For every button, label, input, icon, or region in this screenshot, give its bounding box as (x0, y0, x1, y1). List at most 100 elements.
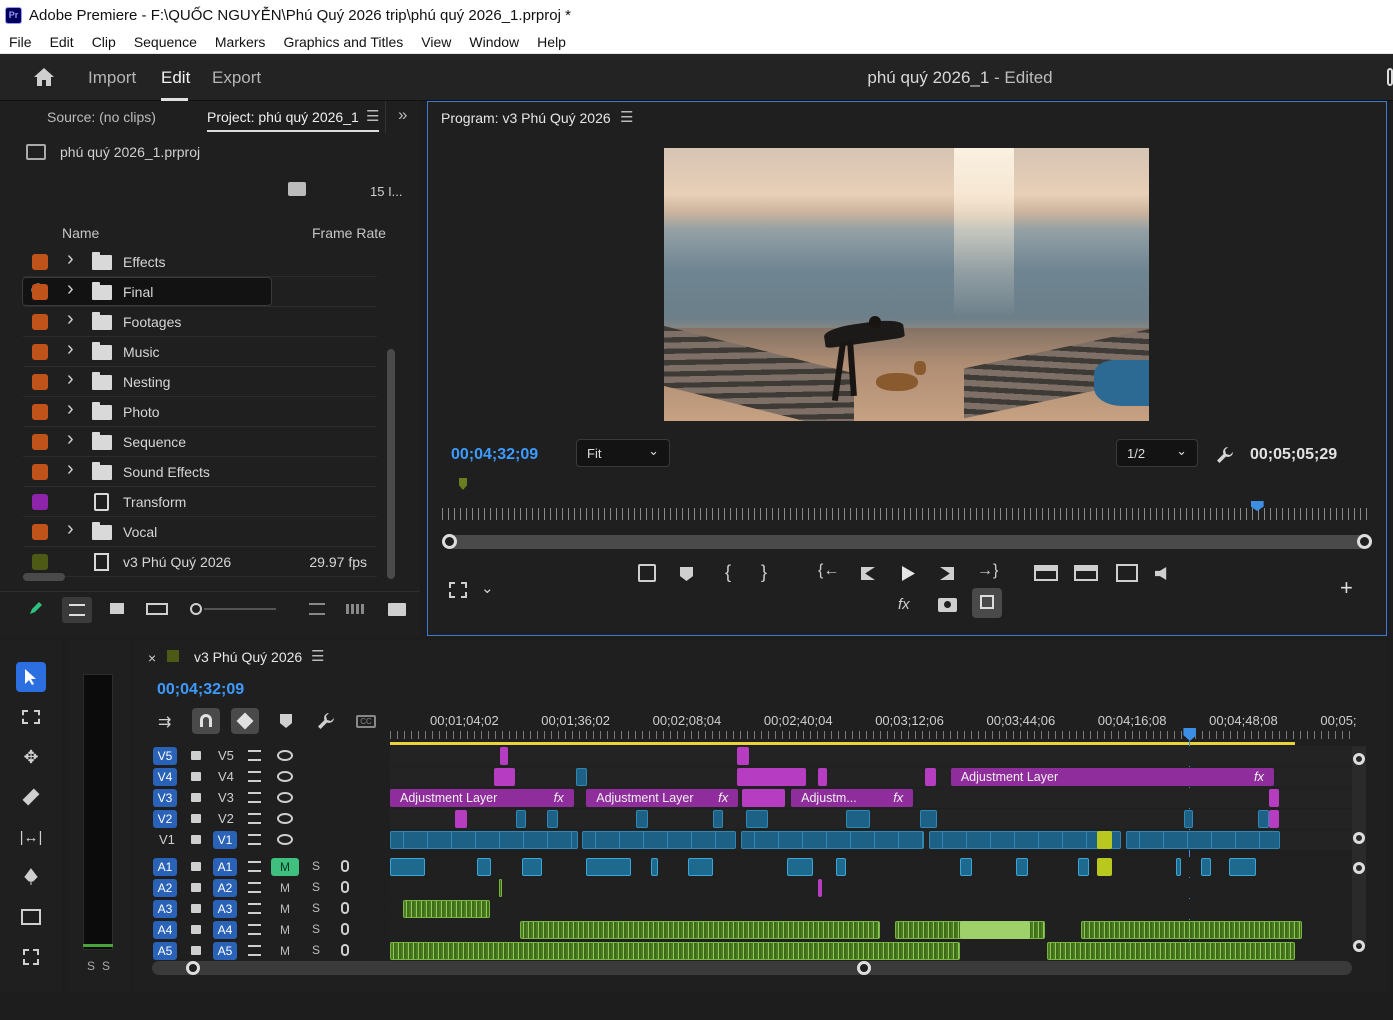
column-header-name[interactable]: Name (62, 225, 99, 241)
button-editor-plus-icon[interactable]: + (1340, 575, 1353, 601)
video-clip[interactable] (499, 747, 509, 765)
expand-chevron-icon[interactable]: › (67, 398, 74, 421)
audio-clip[interactable] (402, 900, 491, 918)
label-color-swatch[interactable] (32, 314, 48, 330)
project-item-row[interactable]: › Sound Effects (23, 457, 377, 487)
audio-clip[interactable] (1016, 858, 1028, 876)
mark-in-icon[interactable]: { (725, 562, 731, 583)
menu-file[interactable]: File (9, 34, 32, 50)
solo-button[interactable]: S (312, 922, 320, 936)
voice-over-mic-icon[interactable] (341, 860, 349, 872)
video-clip[interactable] (582, 831, 737, 849)
label-color-swatch[interactable] (32, 464, 48, 480)
expand-chevron-icon[interactable]: › (67, 458, 74, 481)
hand-tool-icon[interactable] (16, 942, 46, 972)
source-patch-badge[interactable]: A2 (153, 879, 177, 897)
video-clip[interactable] (741, 831, 924, 849)
step-forward-icon[interactable] (940, 567, 954, 580)
fx-bypass-icon[interactable]: fx (898, 596, 910, 613)
source-patch-badge[interactable]: A5 (153, 942, 177, 960)
solo-button[interactable]: S (312, 880, 320, 894)
project-item-row[interactable]: › Music (23, 337, 377, 367)
zoom-slider-track[interactable] (204, 608, 276, 610)
track-lock-icon[interactable] (191, 946, 201, 955)
target-track-badge[interactable]: A2 (213, 879, 237, 897)
vertical-scroll-track[interactable] (1352, 746, 1366, 946)
menu-clip[interactable]: Clip (92, 34, 116, 50)
timeline-zoom-left-handle[interactable] (186, 961, 200, 975)
audio-clip[interactable] (688, 858, 714, 876)
overflow-tabs-icon[interactable]: » (398, 105, 407, 125)
target-track-badge[interactable]: A3 (213, 900, 237, 918)
solo-button[interactable]: S (312, 901, 320, 915)
insert-nested-icon[interactable]: ⇉ (158, 712, 171, 732)
label-color-swatch[interactable] (32, 494, 48, 510)
audio-clip[interactable] (960, 921, 1030, 939)
label-color-swatch[interactable] (32, 434, 48, 450)
program-panel-menu-icon[interactable]: ☰ (620, 108, 633, 126)
list-view-icon[interactable] (62, 597, 92, 623)
audio-clip[interactable] (787, 858, 814, 876)
audio-clip[interactable] (1175, 858, 1181, 876)
video-clip[interactable] (737, 768, 806, 786)
compare-view-icon[interactable] (1116, 564, 1138, 582)
source-patch-badge[interactable]: A1 (153, 858, 177, 876)
export-tab[interactable]: Export (212, 68, 261, 88)
ripple-edit-tool-icon[interactable]: ✥ (16, 742, 46, 772)
icon-view-icon[interactable] (110, 603, 124, 614)
add-marker-icon[interactable] (680, 567, 693, 581)
automate-to-sequence-icon[interactable] (346, 604, 366, 614)
source-tab[interactable]: Source: (no clips) (47, 109, 156, 125)
home-icon[interactable] (33, 67, 55, 87)
track-header-v5[interactable]: V5 V5 (135, 746, 390, 766)
track-header-a2[interactable]: A2 A2 M S (135, 878, 390, 898)
panel-menu-icon[interactable]: ☰ (366, 107, 379, 125)
track-lane-a2[interactable] (390, 878, 1352, 898)
safe-margins-icon[interactable] (449, 582, 467, 598)
freeform-view-icon[interactable] (146, 603, 168, 615)
source-patch-badge[interactable]: A3 (153, 900, 177, 918)
track-lane-v2[interactable] (390, 809, 1352, 829)
menu-edit[interactable]: Edit (50, 34, 74, 50)
close-sequence-icon[interactable]: × (148, 650, 156, 666)
label-color-swatch[interactable] (32, 524, 48, 540)
expand-chevron-icon[interactable]: › (67, 368, 74, 391)
track-lane-a3[interactable] (390, 899, 1352, 919)
audio-clip[interactable] (586, 858, 632, 876)
audio-clip[interactable] (650, 858, 659, 876)
audio-clip[interactable] (390, 942, 960, 960)
pen-tool-icon[interactable] (16, 862, 46, 892)
menu-help[interactable]: Help (537, 34, 566, 50)
track-lock-icon[interactable] (191, 751, 201, 760)
project-item-row[interactable]: › Photo (23, 397, 377, 427)
column-header-frame-rate[interactable]: Frame Rate (312, 225, 386, 241)
audio-clip[interactable] (818, 879, 822, 897)
project-item-row[interactable]: › Sequence (23, 427, 377, 457)
video-clip[interactable] (737, 747, 749, 765)
sync-lock-icon[interactable] (248, 945, 261, 956)
wrench-icon[interactable] (1216, 446, 1234, 464)
target-track-badge[interactable]: V1 (213, 831, 237, 849)
audio-zoom-top-handle[interactable] (1353, 862, 1365, 874)
track-lock-icon[interactable] (191, 835, 201, 844)
label-color-swatch[interactable] (32, 554, 48, 570)
project-item-row[interactable]: › Vocal (23, 517, 377, 547)
solo-button[interactable]: S (312, 859, 320, 873)
project-tab[interactable]: Project: phú quý 2026_1 (207, 109, 359, 125)
export-frame-camera-icon[interactable] (938, 598, 957, 612)
resolution-dropdown[interactable]: 1/2 ⌄ (1116, 439, 1198, 467)
sync-lock-icon[interactable] (248, 792, 261, 803)
voice-over-mic-icon[interactable] (341, 944, 349, 956)
track-header-v3[interactable]: V3 V3 (135, 788, 390, 808)
track-lock-icon[interactable] (191, 793, 201, 802)
audio-clip[interactable] (1077, 858, 1090, 876)
rectangle-tool-icon[interactable] (16, 902, 46, 932)
edit-tab[interactable]: Edit (161, 68, 190, 88)
expand-chevron-icon[interactable]: › (67, 338, 74, 361)
audio-zoom-bottom-handle[interactable] (1353, 940, 1365, 952)
adjustment-layer-clip[interactable]: Adjustment Layer fx (950, 768, 1275, 786)
video-clip[interactable] (713, 810, 723, 828)
track-lane-a1[interactable] (390, 857, 1352, 877)
captions-icon[interactable]: CC (356, 715, 376, 728)
step-back-icon[interactable] (861, 567, 875, 580)
